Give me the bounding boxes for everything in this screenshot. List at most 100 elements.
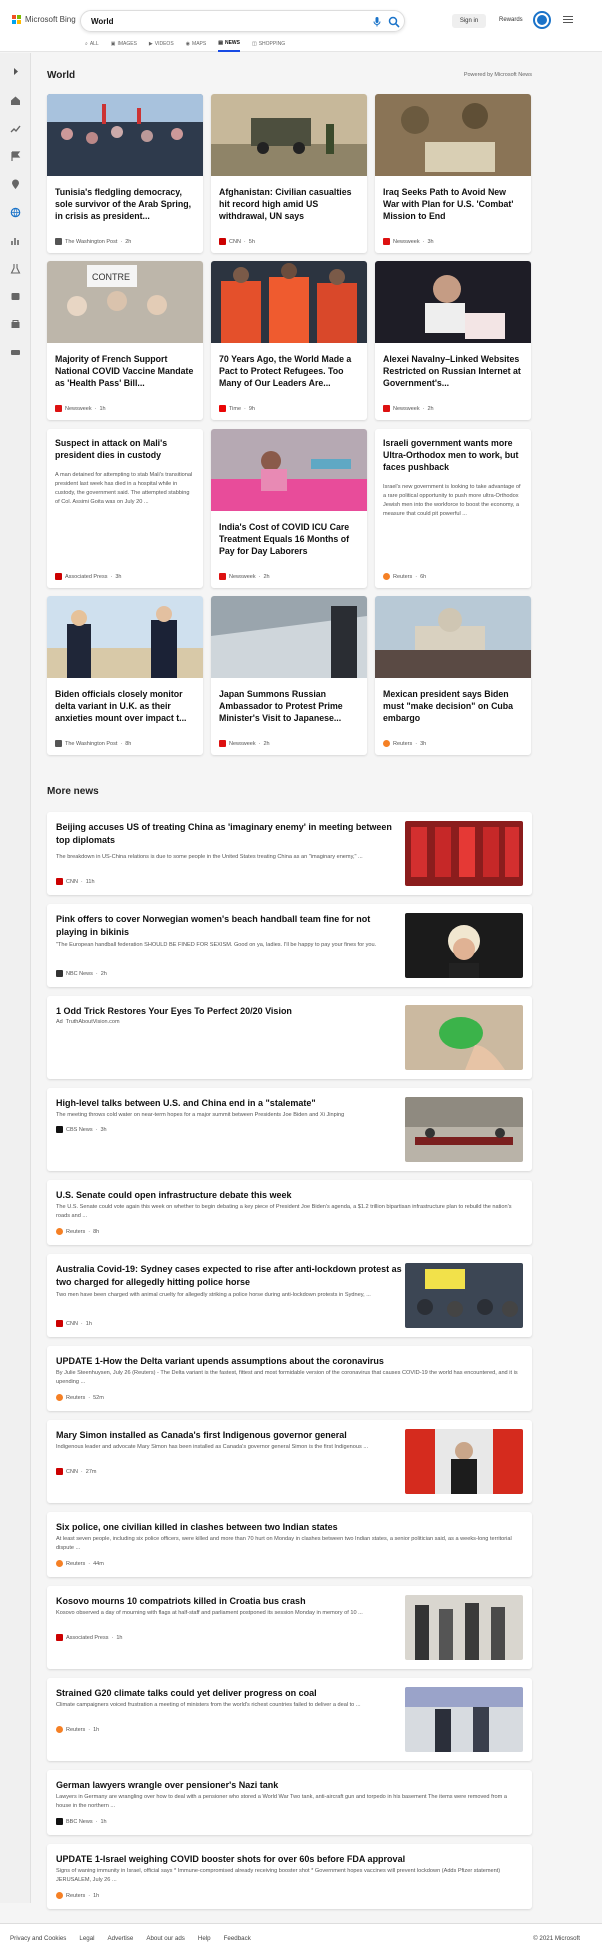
rewards-medal-icon[interactable] xyxy=(533,11,551,29)
footer-link-help[interactable]: Help xyxy=(198,1935,211,1942)
more-news-item[interactable]: Beijing accuses US of treating China as … xyxy=(47,812,532,895)
source-dot: · xyxy=(244,405,246,412)
tab-all[interactable]: ⌕ ALL xyxy=(85,40,99,52)
more-news-item[interactable]: High-level talks between U.S. and China … xyxy=(47,1088,532,1171)
tab-news[interactable]: ▤ NEWS xyxy=(218,40,240,52)
source-dot: · xyxy=(111,1634,114,1641)
item-title[interactable]: Six police, one civilian killed in clash… xyxy=(56,1521,338,1534)
source-name: Newsweek xyxy=(393,405,420,412)
tab-videos[interactable]: ▶ VIDEOS xyxy=(149,40,174,52)
hamburger-menu-icon[interactable] xyxy=(563,16,573,24)
news-icon: ▤ xyxy=(218,40,223,46)
more-news-item[interactable]: German lawyers wrangle over pensioner's … xyxy=(47,1770,532,1835)
more-news-item[interactable]: Kosovo mourns 10 compatriots killed in C… xyxy=(47,1586,532,1669)
more-news-item[interactable]: Australia Covid-19: Sydney cases expecte… xyxy=(47,1254,532,1337)
cnn-logo-icon xyxy=(219,238,226,245)
footer-link-feedback[interactable]: Feedback xyxy=(224,1935,251,1942)
news-card-text[interactable]: Israeli government wants more Ultra-Orth… xyxy=(375,429,531,588)
home-icon[interactable] xyxy=(10,95,21,106)
flag-icon[interactable] xyxy=(10,151,21,162)
chart-icon[interactable] xyxy=(10,235,21,246)
item-title[interactable]: Pink offers to cover Norwegian women's b… xyxy=(56,913,386,939)
item-title[interactable]: High-level talks between U.S. and China … xyxy=(56,1097,316,1110)
rewards-link[interactable]: Rewards xyxy=(499,17,523,23)
card-title[interactable]: Israeli government wants more Ultra-Orth… xyxy=(383,437,523,473)
more-news-item[interactable]: Pink offers to cover Norwegian women's b… xyxy=(47,904,532,987)
search-input[interactable]: World xyxy=(91,17,114,26)
footer-link-legal[interactable]: Legal xyxy=(79,1935,94,1942)
footer-link-privacy[interactable]: Privacy and Cookies xyxy=(10,1935,66,1942)
news-card[interactable]: Alexei Navalny–Linked Websites Restricte… xyxy=(375,261,531,420)
bbc-news-logo-icon xyxy=(56,1818,63,1825)
bing-logo[interactable]: Microsoft Bing xyxy=(12,15,76,24)
card-title[interactable]: Afghanistan: Civilian casualties hit rec… xyxy=(219,186,359,222)
item-title[interactable]: Strained G20 climate talks could yet del… xyxy=(56,1687,317,1700)
news-card[interactable]: Tunisia's fledgling democracy, sole surv… xyxy=(47,94,203,253)
item-title[interactable]: U.S. Senate could open infrastructure de… xyxy=(56,1189,292,1202)
search-box[interactable]: World xyxy=(80,10,405,32)
item-title[interactable]: Australia Covid-19: Sydney cases expecte… xyxy=(56,1263,406,1289)
tab-maps[interactable]: ◉ MAPS xyxy=(186,40,207,52)
news-card-text[interactable]: Suspect in attack on Mali's president di… xyxy=(47,429,203,588)
microsoft-logo-icon xyxy=(12,15,21,24)
source-name[interactable]: TruthAboutVision.com xyxy=(66,1019,120,1025)
more-news-item[interactable]: Strained G20 climate talks could yet del… xyxy=(47,1678,532,1761)
card-title[interactable]: Japan Summons Russian Ambassador to Prot… xyxy=(219,688,359,724)
card-title[interactable]: Iraq Seeks Path to Avoid New War with Pl… xyxy=(383,186,523,222)
item-snippet: Lawyers in Germany are wrangling over ho… xyxy=(56,1794,507,1809)
news-card[interactable]: Japan Summons Russian Ambassador to Prot… xyxy=(211,596,367,755)
footer-link-advertise[interactable]: Advertise xyxy=(108,1935,134,1942)
source-dot: · xyxy=(422,405,425,412)
source-dot: · xyxy=(88,1394,91,1401)
search-icon[interactable] xyxy=(388,16,400,28)
entertainment-icon[interactable] xyxy=(10,291,21,302)
money-icon[interactable] xyxy=(10,347,21,358)
item-source: Ad TruthAboutVision.com xyxy=(56,1019,120,1025)
card-title[interactable]: Suspect in attack on Mali's president di… xyxy=(55,437,195,461)
card-title[interactable]: Mexican president says Biden must "make … xyxy=(383,688,523,724)
item-title[interactable]: Beijing accuses US of treating China as … xyxy=(56,821,406,847)
more-news-item[interactable]: UPDATE 1-How the Delta variant upends as… xyxy=(47,1346,532,1411)
microphone-icon[interactable] xyxy=(371,16,383,28)
item-source: Reuters · 1h xyxy=(56,1892,99,1899)
washington-post-logo-icon xyxy=(55,238,62,245)
tab-images[interactable]: ▣ IMAGES xyxy=(111,40,137,52)
more-news-item[interactable]: U.S. Senate could open infrastructure de… xyxy=(47,1180,532,1245)
newsweek-logo-icon xyxy=(219,740,226,747)
tab-shopping[interactable]: ◫ SHOPPING xyxy=(252,40,285,52)
news-card[interactable]: India's Cost of COVID ICU Care Treatment… xyxy=(211,429,367,588)
more-news-item[interactable]: Mary Simon installed as Canada's first I… xyxy=(47,1420,532,1503)
item-title[interactable]: Kosovo mourns 10 compatriots killed in C… xyxy=(56,1595,306,1608)
more-news-item[interactable]: UPDATE 1-Israel weighing COVID booster s… xyxy=(47,1844,532,1909)
item-title[interactable]: UPDATE 1-How the Delta variant upends as… xyxy=(56,1355,384,1368)
card-title[interactable]: 70 Years Ago, the World Made a Pact to P… xyxy=(219,353,359,389)
sports-icon[interactable] xyxy=(10,319,21,330)
card-title[interactable]: India's Cost of COVID ICU Care Treatment… xyxy=(219,521,359,557)
item-title[interactable]: UPDATE 1-Israel weighing COVID booster s… xyxy=(56,1853,405,1866)
news-card[interactable]: Afghanistan: Civilian casualties hit rec… xyxy=(211,94,367,253)
card-title[interactable]: Tunisia's fledgling democracy, sole surv… xyxy=(55,186,195,222)
news-card[interactable]: 70 Years Ago, the World Made a Pact to P… xyxy=(211,261,367,420)
footer-link-about-ads[interactable]: About our ads xyxy=(146,1935,185,1942)
expand-arrow-icon[interactable] xyxy=(10,66,21,77)
news-card[interactable]: Mexican president says Biden must "make … xyxy=(375,596,531,755)
globe-icon[interactable] xyxy=(10,207,21,218)
source-time: 2h xyxy=(263,573,270,580)
sponsored-item[interactable]: 1 Odd Trick Restores Your Eyes To Perfec… xyxy=(47,996,532,1079)
more-news-item[interactable]: Six police, one civilian killed in clash… xyxy=(47,1512,532,1577)
newsweek-logo-icon xyxy=(383,405,390,412)
item-title[interactable]: 1 Odd Trick Restores Your Eyes To Perfec… xyxy=(56,1005,292,1018)
news-card[interactable]: CONTRE Majority of French Support Nation… xyxy=(47,261,203,420)
card-title[interactable]: Biden officials closely monitor delta va… xyxy=(55,688,195,724)
card-title[interactable]: Alexei Navalny–Linked Websites Restricte… xyxy=(383,353,523,389)
science-icon[interactable] xyxy=(10,263,21,274)
news-card[interactable]: Biden officials closely monitor delta va… xyxy=(47,596,203,755)
news-card[interactable]: Iraq Seeks Path to Avoid New War with Pl… xyxy=(375,94,531,253)
source-dot: · xyxy=(95,1126,98,1133)
card-title[interactable]: Majority of French Support National COVI… xyxy=(55,353,195,389)
trending-icon[interactable] xyxy=(10,123,21,134)
item-title[interactable]: Mary Simon installed as Canada's first I… xyxy=(56,1429,406,1442)
location-pin-icon[interactable] xyxy=(10,179,21,190)
item-title[interactable]: German lawyers wrangle over pensioner's … xyxy=(56,1779,278,1792)
sign-in-button[interactable]: Sign in xyxy=(452,14,486,28)
